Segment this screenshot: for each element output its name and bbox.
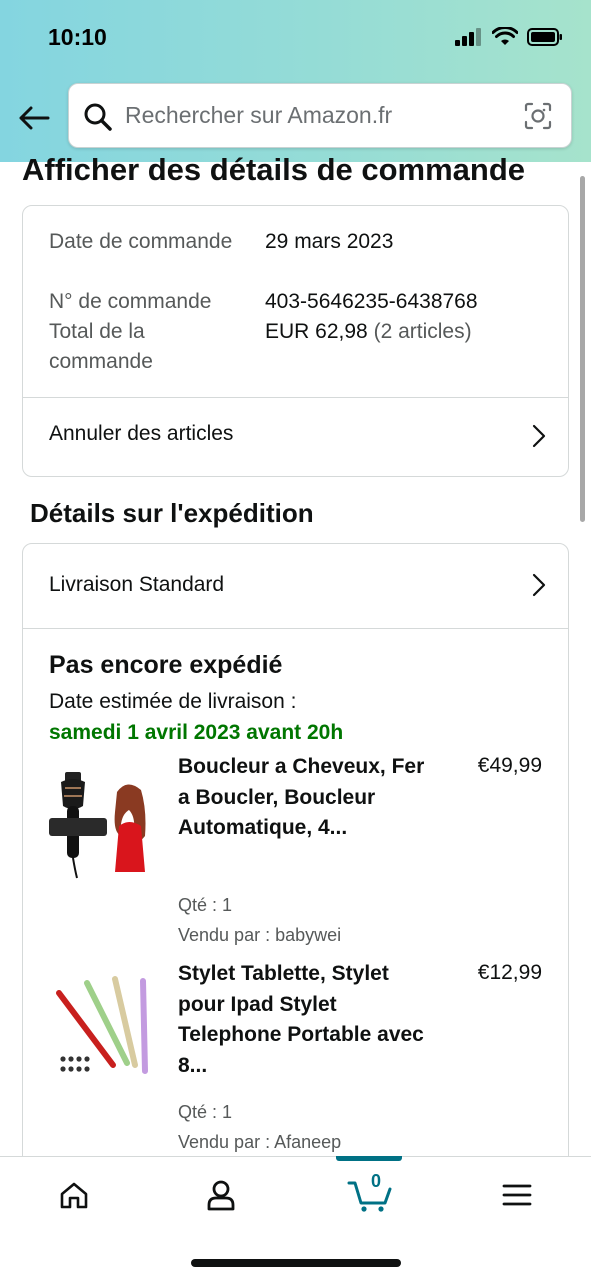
wifi-icon [492, 27, 518, 45]
shipping-section-title: Détails sur l'expédition [30, 498, 314, 528]
delivery-method-label: Livraison Standard [49, 573, 225, 596]
back-arrow-icon [19, 106, 50, 130]
cart-count-badge: 0 [370, 1171, 381, 1191]
order-number-value: 403-5646235-6438768 [265, 290, 478, 313]
shipment-status: Pas encore expédié [49, 651, 283, 679]
status-bar: 10:10 [0, 0, 591, 78]
order-item[interactable]: Boucleur a Cheveux, Fer a Boucler, Boucl… [23, 754, 568, 956]
item-price: €49,99 [477, 754, 542, 777]
home-icon [60, 1182, 88, 1209]
chevron-right-icon [532, 573, 546, 597]
menu-icon [502, 1184, 532, 1206]
cancel-items-label: Annuler des articles [49, 422, 234, 445]
active-tab-indicator [336, 1156, 402, 1161]
shipment-card: Livraison Standard Pas encore expédié Da… [22, 543, 569, 1183]
search-input[interactable] [125, 84, 515, 147]
order-item-count: (2 articles) [373, 320, 472, 343]
back-button[interactable] [14, 98, 54, 138]
product-image [47, 766, 157, 881]
status-icons [455, 27, 563, 47]
page-title: Afficher des détails de commande [22, 152, 526, 187]
battery-icon [527, 28, 562, 46]
order-total-label: Total de la commande [49, 320, 153, 373]
delivery-method-row[interactable]: Livraison Standard [23, 544, 568, 628]
item-price: €12,99 [477, 961, 542, 984]
status-time: 10:10 [48, 24, 107, 50]
item-quantity: Qté : 1 [178, 1102, 233, 1122]
order-total-value: EUR 62,98 (2 articles) [265, 317, 555, 347]
nav-home[interactable] [44, 1175, 104, 1215]
home-indicator [191, 1259, 401, 1267]
signal-icon [455, 28, 481, 46]
account-icon [207, 1180, 235, 1211]
item-title[interactable]: Stylet Tablette, Stylet pour Ipad Stylet… [178, 959, 428, 1081]
nav-menu[interactable] [487, 1175, 547, 1215]
nav-account[interactable] [191, 1175, 251, 1215]
search-icon [84, 103, 112, 131]
product-image [47, 973, 157, 1088]
chevron-right-icon [532, 424, 546, 448]
order-total-amount: EUR 62,98 [265, 320, 368, 343]
order-date-value: 29 mars 2023 [265, 230, 394, 253]
order-summary-card: Date de commande 29 mars 2023 N° de comm… [22, 205, 569, 477]
divider [23, 628, 568, 629]
item-title[interactable]: Boucleur a Cheveux, Fer a Boucler, Boucl… [178, 752, 428, 844]
header: 10:10 [0, 0, 591, 162]
order-number-label: N° de commande [49, 290, 212, 313]
item-seller: Vendu par : Afaneep [178, 1132, 342, 1152]
order-date-label: Date de commande [49, 230, 233, 253]
search-bar[interactable] [68, 83, 572, 148]
camera-icon[interactable] [523, 101, 553, 131]
item-seller: Vendu par : babywei [178, 925, 342, 945]
item-quantity: Qté : 1 [178, 895, 233, 915]
scrollbar[interactable] [580, 176, 585, 522]
order-item[interactable]: Stylet Tablette, Stylet pour Ipad Stylet… [23, 961, 568, 1163]
cancel-items-row[interactable]: Annuler des articles [23, 398, 568, 474]
eta-date: samedi 1 avril 2023 avant 20h [49, 721, 344, 744]
eta-label: Date estimée de livraison : [49, 690, 297, 713]
